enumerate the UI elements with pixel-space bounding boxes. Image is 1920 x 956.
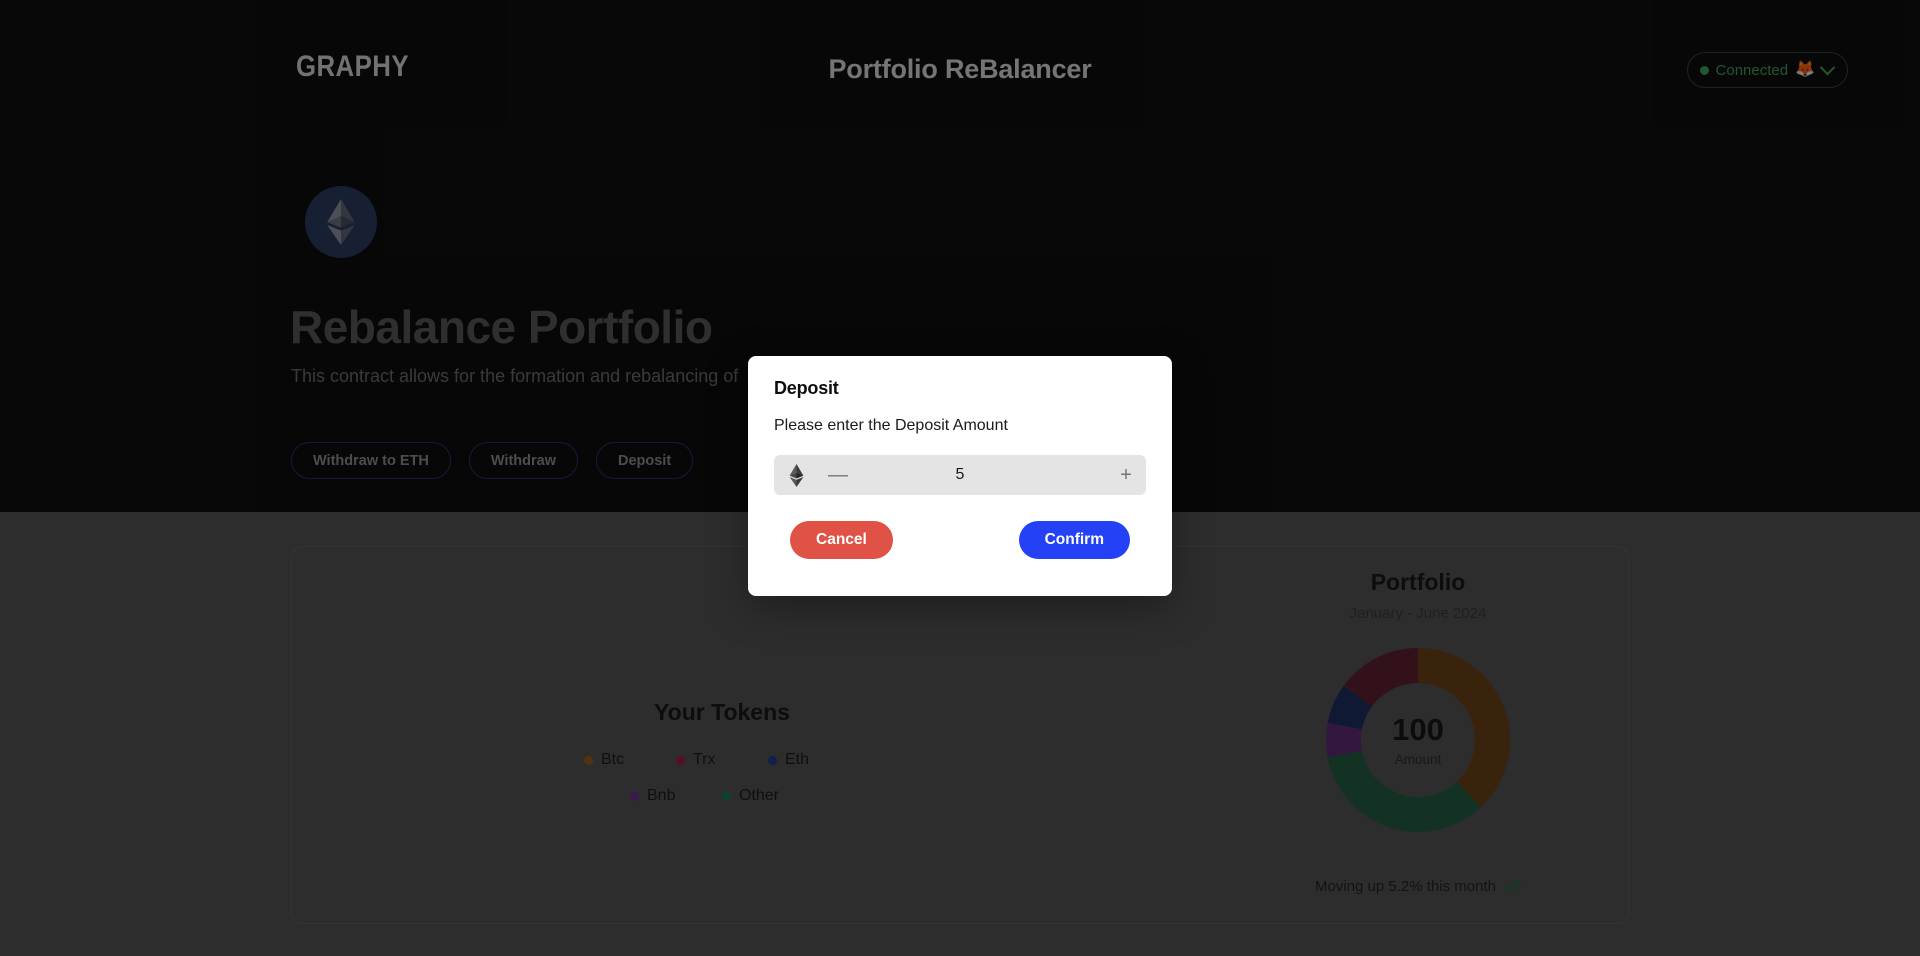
deposit-modal: Deposit Please enter the Deposit Amount … [748, 356, 1172, 596]
modal-prompt: Please enter the Deposit Amount [774, 417, 1008, 434]
decrement-amount-button[interactable]: — [818, 455, 858, 495]
ethereum-icon [774, 463, 818, 487]
modal-action-row: Cancel Confirm [774, 521, 1146, 559]
increment-amount-button[interactable]: + [1106, 455, 1146, 495]
confirm-button[interactable]: Confirm [1018, 521, 1130, 559]
modal-title: Deposit [774, 378, 839, 398]
deposit-amount-stepper: — 5 + [774, 455, 1146, 495]
cancel-button[interactable]: Cancel [790, 521, 893, 559]
app-root: GRAPHY Portfolio ReBalancer Connected 🦊 [0, 0, 1920, 956]
